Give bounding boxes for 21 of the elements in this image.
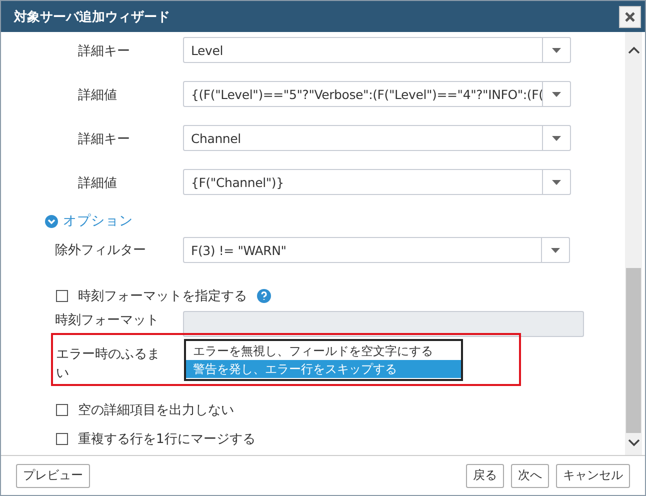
combo-box[interactable]: Channel — [183, 125, 571, 151]
combo-box[interactable]: F(3) != "WARN" — [183, 237, 570, 263]
field-label: 詳細キー — [78, 131, 131, 148]
combo-box[interactable]: {F("Channel")} — [183, 169, 571, 195]
options-toggle[interactable]: オプション — [45, 213, 133, 229]
preview-button[interactable]: プレビュー — [16, 464, 90, 488]
field-label: 除外フィルター — [55, 242, 147, 259]
combo-box[interactable]: {(F("Level")=="5"?"Verbose":(F("Level")=="4"?"INFO":(F( — [183, 81, 571, 107]
field-label: 詳細値 — [78, 175, 118, 192]
checkbox-label: 重複する行を1行にマージする — [78, 430, 256, 448]
combo-box[interactable]: Level — [183, 37, 571, 63]
checkbox-label: 空の詳細項目を出力しない — [78, 402, 234, 418]
field-label: 時刻フォーマット — [55, 312, 160, 329]
checkbox-label: 時刻フォーマットを指定する — [78, 288, 247, 304]
window-title: 対象サーバ追加ウィザード — [14, 8, 170, 26]
footer-button[interactable]: 次へ — [511, 464, 549, 488]
footer-button[interactable]: 戻る — [466, 464, 504, 488]
field-label: 詳細キー — [78, 43, 131, 60]
field-label: エラー時のふるまい — [56, 346, 161, 383]
field-label: 詳細値 — [78, 87, 118, 104]
footer-button[interactable]: キャンセル — [556, 464, 630, 488]
